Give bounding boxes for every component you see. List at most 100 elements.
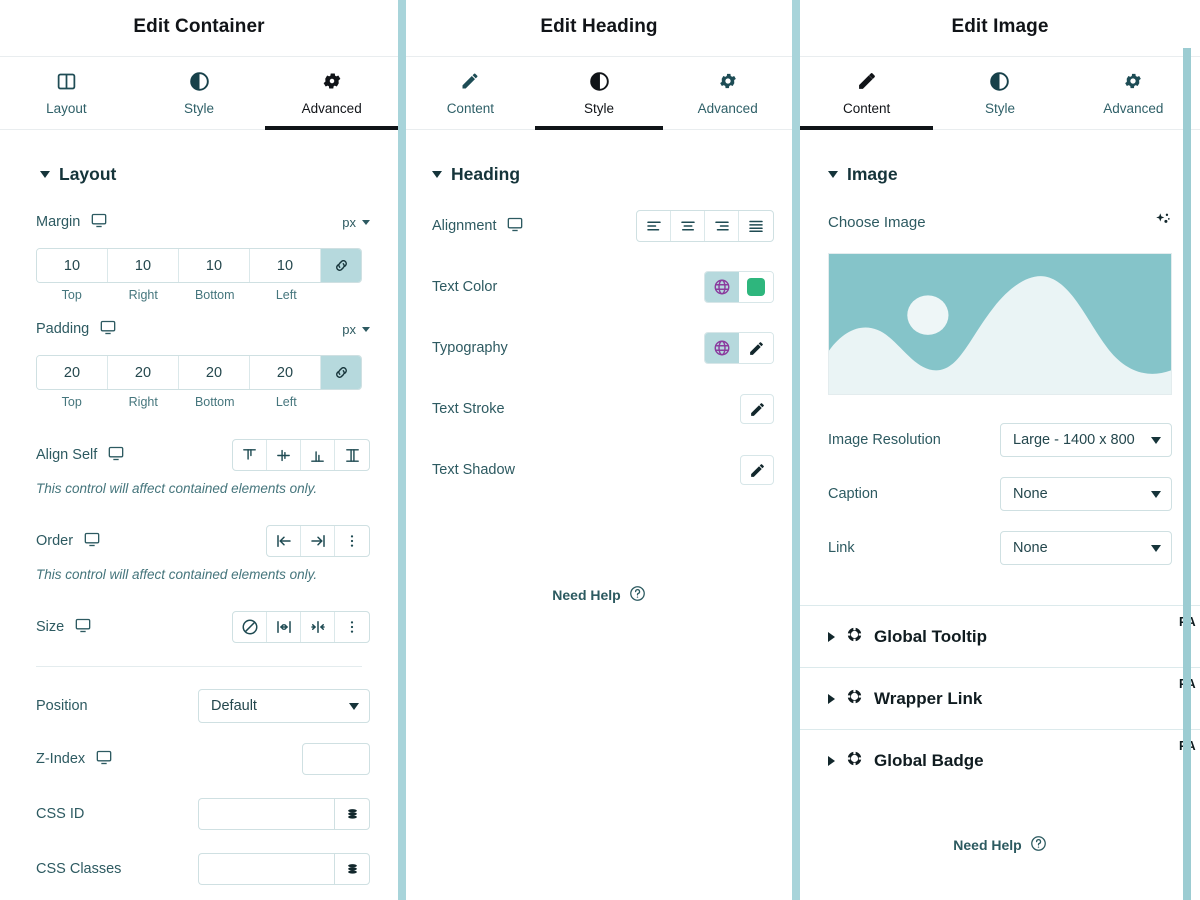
- align-left-icon[interactable]: [637, 211, 671, 241]
- panel-scrollbar-3[interactable]: [1183, 48, 1191, 900]
- tab-content[interactable]: Content: [800, 57, 934, 130]
- edit-text-stroke-icon[interactable]: [740, 394, 774, 424]
- text-color-label: Text Color: [432, 279, 498, 295]
- row-margin: Margin px: [0, 205, 398, 239]
- order-end-icon[interactable]: [301, 526, 335, 556]
- row-css-id: CSS ID: [0, 797, 398, 831]
- chevron-down-icon: [349, 702, 359, 710]
- size-label: Size: [36, 619, 65, 635]
- panel-scrollbar-1[interactable]: [398, 0, 406, 900]
- accordion-wrapper-link[interactable]: Wrapper Link PA: [800, 667, 1200, 729]
- padding-link-toggle[interactable]: [321, 356, 361, 389]
- gear-icon: [1123, 71, 1143, 92]
- css-id-input[interactable]: [198, 798, 334, 830]
- css-classes-input[interactable]: [198, 853, 334, 885]
- tab-style[interactable]: Style: [534, 57, 664, 130]
- align-justify-icon[interactable]: [739, 211, 773, 241]
- order-start-icon[interactable]: [267, 526, 301, 556]
- row-size: Size: [0, 610, 398, 644]
- padding-right-input[interactable]: [108, 356, 179, 389]
- link-select[interactable]: None: [1000, 531, 1172, 565]
- monitor-icon[interactable]: [91, 213, 107, 232]
- accordion-global-badge[interactable]: Global Badge PA: [800, 729, 1200, 791]
- padding-unit-selector[interactable]: px: [342, 322, 370, 337]
- align-right-icon[interactable]: [705, 211, 739, 241]
- shrink-icon[interactable]: [301, 612, 335, 642]
- monitor-icon[interactable]: [75, 618, 91, 637]
- padding-top-input[interactable]: [37, 356, 108, 389]
- more-vertical-icon[interactable]: [335, 612, 369, 642]
- margin-link-toggle[interactable]: [321, 249, 361, 282]
- help-circle-icon: [1030, 835, 1047, 855]
- align-end-icon[interactable]: [301, 440, 335, 470]
- need-help-label: Need Help: [953, 837, 1022, 853]
- section-header-image[interactable]: Image: [800, 130, 1200, 185]
- divider: [36, 666, 362, 667]
- tab-advanced[interactable]: Advanced: [265, 57, 398, 130]
- monitor-icon[interactable]: [96, 750, 112, 769]
- row-order: Order: [0, 524, 398, 558]
- dynamic-tags-icon[interactable]: [334, 853, 370, 885]
- none-icon[interactable]: [233, 612, 267, 642]
- accordion-left: Wrapper Link: [828, 687, 982, 710]
- need-help-image[interactable]: Need Help: [800, 835, 1200, 855]
- row-alignment: Alignment: [406, 209, 792, 243]
- edit-typography-icon[interactable]: [739, 333, 773, 363]
- panel-scrollbar-2[interactable]: [792, 0, 800, 900]
- tab-content[interactable]: Content: [406, 57, 535, 129]
- pafe-icon: [846, 625, 863, 648]
- align-stretch-icon[interactable]: [335, 440, 369, 470]
- monitor-icon[interactable]: [507, 217, 523, 236]
- need-help-heading[interactable]: Need Help: [406, 585, 792, 605]
- global-color-icon[interactable]: [705, 272, 739, 302]
- accordion-global-tooltip[interactable]: Global Tooltip PA: [800, 605, 1200, 667]
- grow-icon[interactable]: [267, 612, 301, 642]
- margin-bottom-input[interactable]: [179, 249, 250, 282]
- tab-style[interactable]: Style: [133, 57, 266, 129]
- global-typography-icon[interactable]: [705, 333, 739, 363]
- padding-bottom-input[interactable]: [179, 356, 250, 389]
- image-preview[interactable]: [828, 253, 1172, 395]
- tab-advanced[interactable]: Advanced: [663, 57, 792, 129]
- align-start-icon[interactable]: [233, 440, 267, 470]
- margin-label: Margin: [36, 214, 81, 230]
- monitor-icon[interactable]: [108, 446, 124, 465]
- side-label: Left: [275, 395, 297, 409]
- margin-left-input[interactable]: [250, 249, 321, 282]
- help-circle-icon: [629, 585, 646, 605]
- image-resolution-select[interactable]: Large - 1400 x 800: [1000, 423, 1172, 457]
- z-index-input[interactable]: [302, 743, 370, 775]
- margin-unit-selector[interactable]: px: [342, 215, 370, 230]
- color-swatch[interactable]: [739, 272, 773, 302]
- monitor-icon[interactable]: [84, 532, 100, 551]
- section-header-layout[interactable]: Layout: [0, 130, 398, 185]
- tab-advanced[interactable]: Advanced: [1067, 57, 1200, 129]
- dynamic-tags-icon[interactable]: [334, 798, 370, 830]
- image-resolution-label: Image Resolution: [828, 432, 941, 448]
- more-vertical-icon[interactable]: [335, 526, 369, 556]
- caption-select[interactable]: None: [1000, 477, 1172, 511]
- section-header-heading[interactable]: Heading: [406, 130, 792, 185]
- side-label: Top: [61, 288, 82, 302]
- tab-label: Advanced: [697, 100, 758, 116]
- margin-top-input[interactable]: [37, 249, 108, 282]
- row-text-color: Text Color: [406, 270, 792, 304]
- tab-style[interactable]: Style: [933, 57, 1066, 129]
- pafe-icon: [846, 749, 863, 772]
- position-select[interactable]: Default: [198, 689, 370, 723]
- align-center-icon[interactable]: [671, 211, 705, 241]
- margin-right-input[interactable]: [108, 249, 179, 282]
- edit-text-shadow-icon[interactable]: [740, 455, 774, 485]
- link-value: None: [1013, 540, 1048, 556]
- align-center-icon[interactable]: [267, 440, 301, 470]
- accordion-title: Global Badge: [874, 750, 984, 770]
- panel-title-image: Edit Image: [951, 16, 1049, 37]
- margin-label-group: Margin: [36, 213, 342, 232]
- padding-left-input[interactable]: [250, 356, 321, 389]
- alignment-label-group: Alignment: [432, 217, 636, 236]
- margin-inputs: Top Right Bottom Left: [0, 248, 398, 302]
- tab-layout[interactable]: Layout: [0, 57, 133, 129]
- monitor-icon[interactable]: [100, 320, 116, 339]
- sparkle-icon[interactable]: [1153, 210, 1172, 234]
